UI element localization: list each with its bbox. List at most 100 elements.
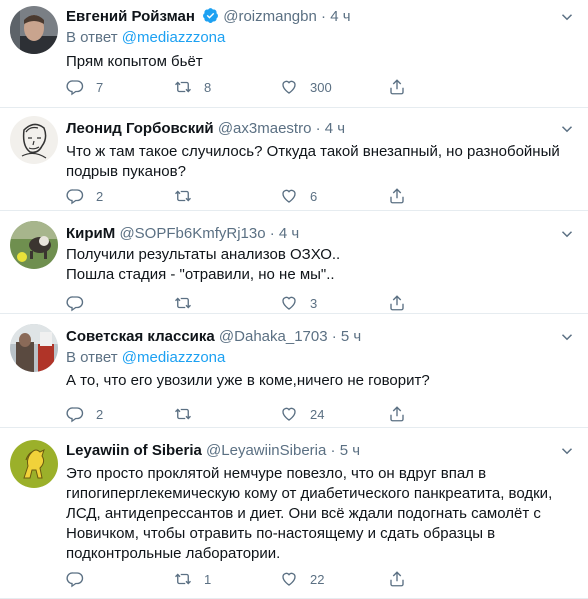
retweet-count: 8 (204, 79, 212, 95)
share-button[interactable] (388, 404, 406, 424)
share-button[interactable] (388, 569, 406, 589)
tweet-header: КириМ @SOPFb6KmfyRj13o · 4 ч (66, 223, 576, 245)
tweet-header: Leyawiin of Siberia @LeyawiinSiberia · 5… (66, 440, 576, 462)
timestamp[interactable]: 4 ч (279, 225, 299, 242)
tweet[interactable]: Евгений Ройзман @roizmangbn · 4 ч В отве… (0, 0, 588, 108)
text-line: ЛСД, антидепрессантов и диет. Они всё жд… (66, 505, 541, 522)
chevron-down-icon[interactable] (558, 225, 576, 243)
tweet-text: А то, что его увозили уже в коме,ничего … (66, 371, 576, 391)
share-button[interactable] (388, 77, 406, 97)
separator: · (269, 225, 275, 242)
like-button[interactable]: 24 (280, 404, 324, 424)
tweet-actions: 3 (66, 293, 496, 313)
tweet[interactable]: Леонид Горбовский @ax3maestro · 4 ч Что … (0, 108, 588, 211)
mention-link[interactable]: @mediazzzona (122, 29, 226, 46)
chevron-down-icon[interactable] (558, 120, 576, 138)
reply-icon (66, 80, 84, 96)
text-line: подконтрольные лаборатории. (66, 545, 281, 562)
reply-label: В ответ (66, 349, 118, 366)
text-line: Прям копытом бьёт (66, 53, 203, 70)
chevron-down-icon[interactable] (558, 442, 576, 460)
share-icon (390, 406, 404, 422)
retweet-icon (175, 297, 191, 309)
text-line: Что ж там такое случилось? Откуда такой … (66, 143, 560, 160)
reply-count: 7 (96, 79, 104, 95)
author-handle[interactable]: @roizmangbn (223, 8, 317, 25)
reply-button[interactable]: 2 (66, 186, 103, 206)
retweet-button[interactable] (174, 186, 204, 206)
author-handle[interactable]: @SOPFb6KmfyRj13o (119, 225, 265, 242)
avatar[interactable] (10, 324, 58, 372)
share-icon (390, 79, 404, 95)
retweet-icon (175, 408, 191, 420)
separator: · (331, 328, 337, 345)
heart-icon (282, 296, 296, 310)
avatar[interactable] (10, 221, 58, 269)
retweet-count: 1 (204, 571, 212, 587)
reply-button[interactable] (66, 293, 96, 313)
separator: · (321, 8, 327, 25)
tweet-actions: 2 6 (66, 186, 496, 206)
tweet-text: Прям копытом бьёт (66, 52, 576, 72)
share-button[interactable] (388, 186, 406, 206)
timestamp[interactable]: 4 ч (325, 120, 345, 137)
tweet-header: Леонид Горбовский @ax3maestro · 4 ч (66, 118, 576, 140)
author-handle[interactable]: @LeyawiinSiberia (206, 442, 326, 459)
heart-icon (282, 189, 296, 203)
author-name[interactable]: Евгений Ройзман (66, 8, 195, 25)
share-button[interactable] (388, 293, 406, 313)
text-line: А то, что его увозили уже в коме,ничего … (66, 372, 430, 389)
tweet-text: Что ж там такое случилось? Откуда такой … (66, 142, 576, 182)
tweet-actions: 1 22 (66, 569, 496, 589)
retweet-button[interactable] (174, 293, 204, 313)
tweet[interactable]: Советская классика @Dahaka_1703 · 5 ч В … (0, 314, 588, 428)
share-icon (390, 188, 404, 204)
tweet-text: Это просто проклятой немчуре повезло, чт… (66, 464, 576, 564)
reply-button[interactable]: 7 (66, 77, 103, 97)
timestamp[interactable]: 4 ч (330, 8, 350, 25)
reply-icon (66, 407, 84, 423)
like-button[interactable]: 300 (280, 77, 332, 97)
reply-button[interactable] (66, 569, 96, 589)
chevron-down-icon[interactable] (558, 328, 576, 346)
author-name[interactable]: Советская классика (66, 328, 215, 345)
timestamp[interactable]: 5 ч (340, 442, 360, 459)
retweet-button[interactable]: 1 (174, 569, 211, 589)
like-button[interactable]: 3 (280, 293, 317, 313)
share-icon (390, 571, 404, 587)
heart-icon (282, 407, 296, 421)
separator: · (315, 120, 321, 137)
like-count: 300 (310, 79, 332, 95)
like-button[interactable]: 6 (280, 186, 317, 206)
timestamp[interactable]: 5 ч (341, 328, 361, 345)
author-name[interactable]: Leyawiin of Siberia (66, 442, 202, 459)
tweet[interactable]: КириМ @SOPFb6KmfyRj13o · 4 ч Получили ре… (0, 211, 588, 314)
reply-label: В ответ (66, 29, 118, 46)
avatar[interactable] (10, 440, 58, 488)
reply-icon (66, 572, 84, 588)
retweet-button[interactable] (174, 404, 204, 424)
tweet-text: Получили результаты анализов ОЗХО.. Пошл… (66, 245, 576, 285)
share-icon (390, 295, 404, 311)
retweet-icon (175, 81, 191, 93)
like-count: 22 (310, 571, 325, 587)
text-line: подрыв пуканов? (66, 163, 186, 180)
like-count: 3 (310, 295, 318, 311)
retweet-button[interactable]: 8 (174, 77, 211, 97)
author-name[interactable]: Леонид Горбовский (66, 120, 214, 137)
mention-link[interactable]: @mediazzzona (122, 349, 226, 366)
retweet-icon (175, 190, 191, 202)
reply-button[interactable]: 2 (66, 404, 103, 424)
tweet-actions: 7 8 300 (66, 77, 496, 97)
avatar[interactable] (10, 6, 58, 54)
like-button[interactable]: 22 (280, 569, 324, 589)
author-handle[interactable]: @ax3maestro (218, 120, 312, 137)
author-name[interactable]: КириМ (66, 225, 115, 242)
avatar[interactable] (10, 116, 58, 164)
reply-context: В ответ @mediazzzona (66, 348, 576, 368)
text-line: Новичком, чтобы отравить по-настоящему и… (66, 525, 496, 542)
verified-badge-icon (203, 8, 218, 23)
author-handle[interactable]: @Dahaka_1703 (219, 328, 328, 345)
tweet[interactable]: Leyawiin of Siberia @LeyawiinSiberia · 5… (0, 428, 588, 599)
chevron-down-icon[interactable] (558, 8, 576, 26)
